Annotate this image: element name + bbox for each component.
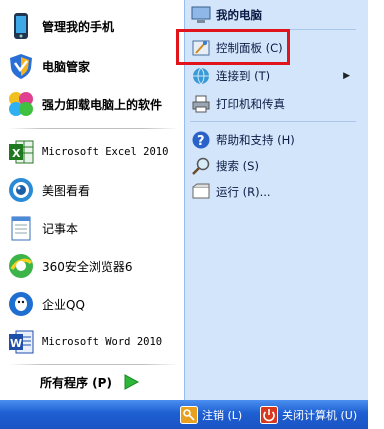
shutdown-label: 关闭计算机 (U): [282, 409, 358, 422]
menu-item-meitu[interactable]: 美图看看: [6, 172, 184, 208]
menu-item-manage-phone[interactable]: 管理我的手机: [6, 8, 184, 44]
word-icon: W: [6, 327, 36, 357]
excel-icon: X: [6, 137, 36, 167]
all-programs-label: 所有程序 (P): [40, 375, 112, 390]
uninstall-icon: [6, 89, 36, 119]
start-menu: 管理我的手机 电脑管家 强力卸载电脑上的软件 X Microsoft Excel…: [0, 0, 384, 429]
places-item-label: 打印机和传真: [216, 97, 285, 111]
browser-360-icon: [6, 251, 36, 281]
menu-item-label: 管理我的手机: [42, 19, 115, 34]
menu-item-uninstall[interactable]: 强力卸载电脑上的软件: [6, 86, 184, 122]
help-icon: ?: [190, 129, 212, 151]
all-programs-button[interactable]: 所有程序 (P): [40, 370, 140, 394]
places-item-label: 我的电脑: [216, 8, 262, 22]
shield-icon: [6, 51, 36, 81]
separator: [190, 121, 356, 122]
network-icon: [190, 65, 212, 87]
computer-icon: [190, 4, 212, 26]
separator: [8, 364, 178, 365]
places-item-search[interactable]: 搜索 (S): [190, 154, 362, 178]
menu-item-label: 企业QQ: [42, 297, 85, 312]
highlight-box: [176, 29, 290, 65]
menu-item-label: 360安全浏览器6: [42, 259, 133, 274]
svg-text:?: ?: [197, 134, 205, 149]
phone-icon: [6, 11, 36, 41]
places-item-label: 搜索 (S): [216, 159, 259, 173]
places-item-label: 连接到 (T): [216, 69, 271, 83]
shutdown-button[interactable]: 关闭计算机 (U): [260, 405, 357, 425]
svg-text:X: X: [12, 147, 21, 160]
key-icon: [180, 406, 198, 424]
svg-text:W: W: [10, 337, 22, 350]
submenu-arrow-icon: ▶: [343, 71, 350, 81]
menu-item-notepad[interactable]: 记事本: [6, 210, 184, 246]
power-icon: [260, 406, 278, 424]
meitu-icon: [6, 175, 36, 205]
logoff-button[interactable]: 注销 (L): [180, 405, 242, 425]
qq-icon: [6, 289, 36, 319]
separator: [8, 128, 178, 129]
places-item-printers[interactable]: 打印机和传真: [190, 92, 362, 116]
places-item-label: 运行 (R)...: [216, 185, 271, 199]
notepad-icon: [6, 213, 36, 243]
places-item-label: 帮助和支持 (H): [216, 133, 295, 147]
menu-item-enterprise-qq[interactable]: 企业QQ: [6, 286, 184, 322]
menu-item-label: 强力卸载电脑上的软件: [42, 97, 163, 112]
printer-icon: [190, 93, 212, 115]
run-icon: [190, 181, 212, 203]
menu-item-label: 电脑管家: [42, 59, 91, 74]
left-pane: 管理我的手机 电脑管家 强力卸载电脑上的软件 X Microsoft Excel…: [0, 0, 184, 400]
menu-item-label: Microsoft Word 2010: [42, 336, 163, 348]
menu-item-word[interactable]: W Microsoft Word 2010: [6, 324, 184, 360]
green-arrow-icon: [122, 373, 140, 391]
places-item-help[interactable]: ? 帮助和支持 (H): [190, 128, 362, 152]
search-icon: [190, 155, 212, 177]
menu-item-label: 记事本: [42, 221, 79, 236]
logoff-label: 注销 (L): [202, 409, 243, 422]
menu-item-excel[interactable]: X Microsoft Excel 2010: [6, 134, 184, 170]
menu-item-360-browser[interactable]: 360安全浏览器6: [6, 248, 184, 284]
menu-item-label: 美图看看: [42, 183, 91, 198]
menu-item-label: Microsoft Excel 2010: [42, 146, 169, 158]
places-item-run[interactable]: 运行 (R)...: [190, 180, 362, 204]
right-edge: [368, 0, 384, 429]
places-item-my-computer[interactable]: 我的电脑: [190, 3, 362, 27]
menu-item-pc-manager[interactable]: 电脑管家: [6, 48, 184, 84]
places-item-connect-to[interactable]: 连接到 (T) ▶: [190, 64, 362, 88]
